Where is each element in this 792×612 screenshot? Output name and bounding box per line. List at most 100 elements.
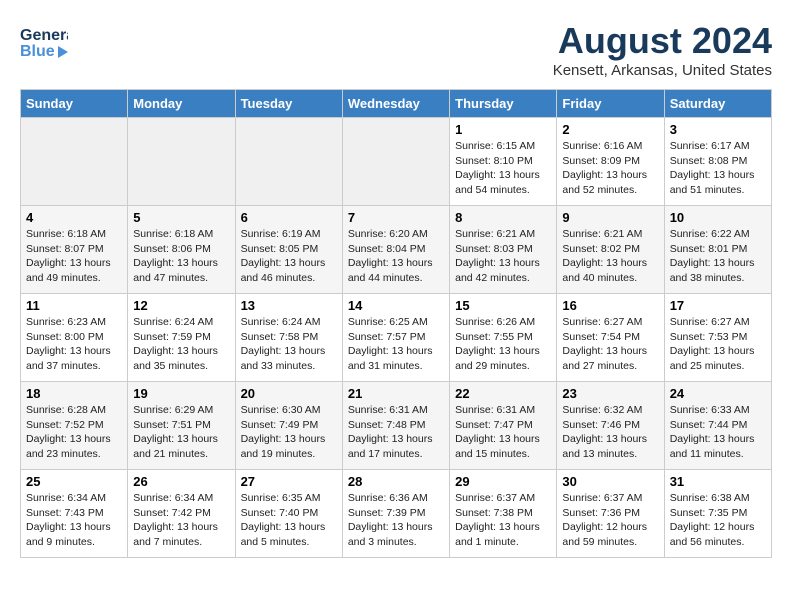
weekday-header-wednesday: Wednesday [342,90,449,118]
day-number: 21 [348,386,444,401]
calendar-cell: 16Sunrise: 6:27 AMSunset: 7:54 PMDayligh… [557,294,664,382]
day-number: 18 [26,386,122,401]
calendar-cell: 21 Sunrise: 6:31 AMSunset: 7:48 PMDayligh… [342,382,449,470]
calendar-cell: 4Sunrise: 6:18 AMSunset: 8:07 PMDaylight… [21,206,128,294]
day-number: 31 [670,474,766,489]
day-number: 20 [241,386,337,401]
calendar-cell: 13 Sunrise: 6:24 AMSunset: 7:58 PMDayligh… [235,294,342,382]
calendar-cell: 5 Sunrise: 6:18 AMSunset: 8:06 PMDaylight… [128,206,235,294]
calendar-cell: 8 Sunrise: 6:21 AMSunset: 8:03 PMDaylight… [450,206,557,294]
day-number: 25 [26,474,122,489]
day-info: Sunrise: 6:21 AMSunset: 8:03 PMDaylight:… [455,227,551,286]
day-number: 24 [670,386,766,401]
calendar-cell: 27Sunrise: 6:35 AMSunset: 7:40 PMDayligh… [235,470,342,558]
day-info: Sunrise: 6:37 AMSunset: 7:38 PMDaylight:… [455,491,551,550]
day-number: 26 [133,474,229,489]
day-info: Sunrise: 6:20 AMSunset: 8:04 PMDaylight:… [348,227,444,286]
calendar-cell: 24Sunrise: 6:33 AMSunset: 7:44 PMDayligh… [664,382,771,470]
calendar-cell: 10 Sunrise: 6:22 AMSunset: 8:01 PMDayligh… [664,206,771,294]
day-number: 16 [562,298,658,313]
day-number: 9 [562,210,658,225]
day-info: Sunrise: 6:35 AMSunset: 7:40 PMDaylight:… [241,491,337,550]
day-number: 10 [670,210,766,225]
day-info: Sunrise: 6:36 AMSunset: 7:39 PMDaylight:… [348,491,444,550]
calendar-cell: 15 Sunrise: 6:26 AMSunset: 7:55 PMDayligh… [450,294,557,382]
calendar-cell: 18 Sunrise: 6:28 AMSunset: 7:52 PMDayligh… [21,382,128,470]
day-info: Sunrise: 6:22 AMSunset: 8:01 PMDaylight:… [670,227,766,286]
day-info: Sunrise: 6:26 AMSunset: 7:55 PMDaylight:… [455,315,551,374]
day-number: 3 [670,122,766,137]
day-number: 11 [26,298,122,313]
day-number: 23 [562,386,658,401]
day-number: 4 [26,210,122,225]
day-number: 12 [133,298,229,313]
calendar-cell: 29 Sunrise: 6:37 AMSunset: 7:38 PMDayligh… [450,470,557,558]
calendar-cell: 19 Sunrise: 6:29 AMSunset: 7:51 PMDayligh… [128,382,235,470]
day-info: Sunrise: 6:21 AMSunset: 8:02 PMDaylight:… [562,227,658,286]
calendar-cell: 28Sunrise: 6:36 AMSunset: 7:39 PMDayligh… [342,470,449,558]
svg-text:Blue: Blue [20,43,55,60]
day-info: Sunrise: 6:23 AMSunset: 8:00 PMDaylight:… [26,315,122,374]
day-number: 22 [455,386,551,401]
logo: General Blue [20,20,68,65]
calendar-cell [235,118,342,206]
day-info: Sunrise: 6:29 AMSunset: 7:51 PMDaylight:… [133,403,229,462]
calendar-cell [21,118,128,206]
calendar-cell: 6Sunrise: 6:19 AMSunset: 8:05 PMDaylight… [235,206,342,294]
calendar-cell: 12 Sunrise: 6:24 AMSunset: 7:59 PMDayligh… [128,294,235,382]
calendar-week-2: 4Sunrise: 6:18 AMSunset: 8:07 PMDaylight… [21,206,772,294]
calendar-cell: 1Sunrise: 6:15 AMSunset: 8:10 PMDaylight… [450,118,557,206]
day-number: 7 [348,210,444,225]
logo-icon: General Blue [20,20,68,60]
day-info: Sunrise: 6:37 AMSunset: 7:36 PMDaylight:… [562,491,658,550]
svg-text:General: General [20,27,68,44]
calendar-week-3: 11 Sunrise: 6:23 AMSunset: 8:00 PMDayligh… [21,294,772,382]
weekday-header-sunday: Sunday [21,90,128,118]
day-info: Sunrise: 6:17 AMSunset: 8:08 PMDaylight:… [670,139,766,198]
day-number: 8 [455,210,551,225]
day-info: Sunrise: 6:24 AMSunset: 7:58 PMDaylight:… [241,315,337,374]
calendar-cell: 31Sunrise: 6:38 AMSunset: 7:35 PMDayligh… [664,470,771,558]
day-info: Sunrise: 6:27 AMSunset: 7:53 PMDaylight:… [670,315,766,374]
page-subtitle: Kensett, Arkansas, United States [553,62,772,79]
day-info: Sunrise: 6:24 AMSunset: 7:59 PMDaylight:… [133,315,229,374]
calendar-cell: 9 Sunrise: 6:21 AMSunset: 8:02 PMDaylight… [557,206,664,294]
calendar-week-1: 1Sunrise: 6:15 AMSunset: 8:10 PMDaylight… [21,118,772,206]
calendar-week-5: 25 Sunrise: 6:34 AMSunset: 7:43 PMDayligh… [21,470,772,558]
calendar-cell: 25 Sunrise: 6:34 AMSunset: 7:43 PMDayligh… [21,470,128,558]
calendar-cell: 20Sunrise: 6:30 AMSunset: 7:49 PMDayligh… [235,382,342,470]
calendar-cell [128,118,235,206]
day-info: Sunrise: 6:16 AMSunset: 8:09 PMDaylight:… [562,139,658,198]
title-block: August 2024 Kensett, Arkansas, United St… [553,20,772,79]
day-number: 5 [133,210,229,225]
calendar-cell: 22 Sunrise: 6:31 AMSunset: 7:47 PMDayligh… [450,382,557,470]
day-info: Sunrise: 6:31 AMSunset: 7:47 PMDaylight:… [455,403,551,462]
day-number: 29 [455,474,551,489]
day-info: Sunrise: 6:34 AMSunset: 7:43 PMDaylight:… [26,491,122,550]
calendar-cell: 17 Sunrise: 6:27 AMSunset: 7:53 PMDayligh… [664,294,771,382]
day-info: Sunrise: 6:25 AMSunset: 7:57 PMDaylight:… [348,315,444,374]
day-number: 19 [133,386,229,401]
calendar-cell: 11 Sunrise: 6:23 AMSunset: 8:00 PMDayligh… [21,294,128,382]
day-number: 6 [241,210,337,225]
day-number: 15 [455,298,551,313]
page-title: August 2024 [553,20,772,62]
calendar-cell [342,118,449,206]
day-number: 13 [241,298,337,313]
day-info: Sunrise: 6:15 AMSunset: 8:10 PMDaylight:… [455,139,551,198]
calendar-week-4: 18 Sunrise: 6:28 AMSunset: 7:52 PMDayligh… [21,382,772,470]
day-number: 17 [670,298,766,313]
day-info: Sunrise: 6:28 AMSunset: 7:52 PMDaylight:… [26,403,122,462]
day-number: 2 [562,122,658,137]
calendar-cell: 14Sunrise: 6:25 AMSunset: 7:57 PMDayligh… [342,294,449,382]
weekday-header-thursday: Thursday [450,90,557,118]
day-info: Sunrise: 6:18 AMSunset: 8:06 PMDaylight:… [133,227,229,286]
weekday-header-saturday: Saturday [664,90,771,118]
calendar-cell: 23Sunrise: 6:32 AMSunset: 7:46 PMDayligh… [557,382,664,470]
calendar-body: 1Sunrise: 6:15 AMSunset: 8:10 PMDaylight… [21,118,772,558]
day-info: Sunrise: 6:31 AMSunset: 7:48 PMDaylight:… [348,403,444,462]
calendar-cell: 26Sunrise: 6:34 AMSunset: 7:42 PMDayligh… [128,470,235,558]
calendar-cell: 30Sunrise: 6:37 AMSunset: 7:36 PMDayligh… [557,470,664,558]
calendar-table: SundayMondayTuesdayWednesdayThursdayFrid… [20,89,772,558]
calendar-cell: 7 Sunrise: 6:20 AMSunset: 8:04 PMDaylight… [342,206,449,294]
